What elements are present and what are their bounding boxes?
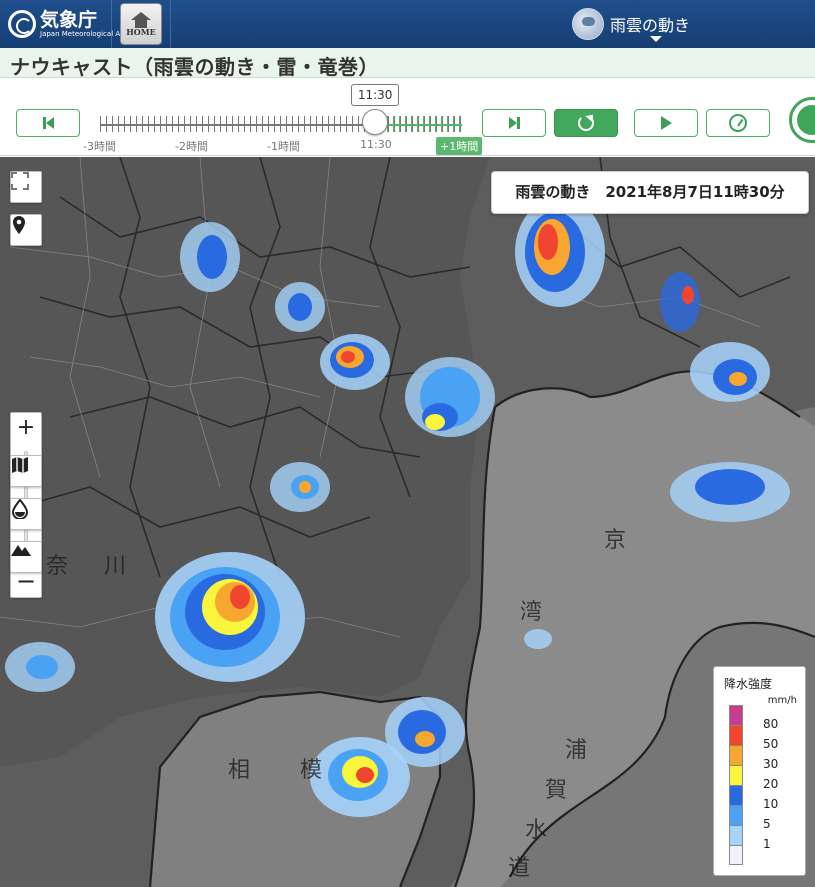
legend-label: 1 <box>763 837 771 851</box>
svg-text:奈: 奈 <box>46 554 68 579</box>
legend-swatch <box>729 725 743 745</box>
time-slider-handle[interactable] <box>362 109 389 135</box>
time-controls <box>0 78 815 156</box>
title-bar: ナウキャスト（雨雲の動き・雷・竜巻） <box>0 48 815 79</box>
svg-text:賀: 賀 <box>545 778 567 803</box>
radar-map[interactable]: 京 湾 浦 賀 水 道 相 模 奈 川 + − <box>0 157 815 887</box>
map-timestamp: 雨雲の動き 2021年8月7日11時30分 <box>491 171 809 214</box>
play-icon <box>660 116 672 130</box>
reload-icon <box>578 115 594 131</box>
svg-text:浦: 浦 <box>565 738 587 763</box>
water-drop-icon <box>11 499 29 519</box>
rain-layer-button[interactable] <box>10 498 42 530</box>
timeline-forecast-track <box>375 124 462 126</box>
svg-text:模: 模 <box>300 758 322 783</box>
svg-text:相: 相 <box>228 758 250 783</box>
home-button-label: HOME <box>126 26 156 37</box>
content-menu-label: 雨雲の動き <box>610 16 691 35</box>
legend-label: 80 <box>763 717 779 731</box>
legend-swatch <box>729 785 743 805</box>
legend-swatch <box>729 825 743 845</box>
speed-button[interactable] <box>706 109 770 137</box>
precipitation-legend: 降水強度 mm/h 80 50 30 20 10 5 1 <box>713 666 806 876</box>
fullscreen-icon <box>11 172 29 190</box>
rain-cloud-menu-icon <box>572 8 604 40</box>
speedometer-icon <box>729 114 747 132</box>
base-map-button[interactable] <box>10 455 42 487</box>
mountain-icon <box>11 545 31 556</box>
legend-swatch <box>729 765 743 785</box>
app-root: 気象庁 Japan Meteorological Agency HOME 雨雲の… <box>0 0 815 887</box>
home-icon <box>130 11 152 28</box>
map-canvas: 京 湾 浦 賀 水 道 相 模 奈 川 <box>0 157 815 887</box>
svg-text:道: 道 <box>508 856 530 881</box>
rain-icon <box>797 105 815 135</box>
legend-label: 50 <box>763 737 779 751</box>
legend-title: 降水強度 <box>724 677 773 691</box>
timeline-track <box>100 124 375 126</box>
svg-text:水: 水 <box>525 818 547 843</box>
svg-text:湾: 湾 <box>520 600 542 625</box>
time-slider[interactable] <box>100 116 462 132</box>
timeline-label-minus2: -2時間 <box>175 140 208 153</box>
svg-text:京: 京 <box>604 528 626 553</box>
timeline-label-minus3: -3時間 <box>83 140 116 153</box>
timeline-label-minus1: -1時間 <box>267 140 300 153</box>
home-button[interactable]: HOME <box>120 3 162 45</box>
legend-label: 5 <box>763 817 771 831</box>
jma-logo[interactable]: 気象庁 Japan Meteorological Agency <box>0 0 141 48</box>
svg-text:川: 川 <box>104 554 126 579</box>
fullscreen-button[interactable] <box>10 171 42 203</box>
current-time-bubble: 11:30 <box>351 84 400 106</box>
legend-label: 10 <box>763 797 779 811</box>
legend-swatch <box>729 845 743 865</box>
legend-swatch <box>729 805 743 825</box>
zoom-in-button[interactable]: + <box>11 413 41 443</box>
legend-swatch <box>729 745 743 765</box>
legend-swatch <box>729 705 743 725</box>
content-menu-dropdown[interactable]: 雨雲の動き <box>572 8 691 42</box>
play-button[interactable] <box>634 109 698 137</box>
site-header: 気象庁 Japan Meteorological Agency HOME 雨雲の… <box>0 0 815 48</box>
page-title: ナウキャスト（雨雲の動き・雷・竜巻） <box>10 55 379 79</box>
skip-forward-button[interactable] <box>482 109 546 137</box>
legend-unit: mm/h <box>767 695 797 706</box>
header-divider <box>170 0 171 48</box>
timeline-label-now: 11:30 <box>360 138 392 151</box>
jma-emblem-icon <box>8 10 36 38</box>
map-icon <box>12 457 28 473</box>
skip-back-button[interactable] <box>16 109 80 137</box>
terrain-layer-button[interactable] <box>10 541 42 573</box>
legend-label: 20 <box>763 777 779 791</box>
skip-back-icon <box>42 117 54 129</box>
legend-label: 30 <box>763 757 779 771</box>
latest-button[interactable] <box>554 109 618 137</box>
timeline-label-plus1: +1時間 <box>436 137 483 155</box>
current-location-button[interactable] <box>10 214 42 246</box>
location-pin-icon <box>13 216 25 234</box>
skip-forward-icon <box>508 117 520 129</box>
chevron-down-icon <box>650 36 662 42</box>
